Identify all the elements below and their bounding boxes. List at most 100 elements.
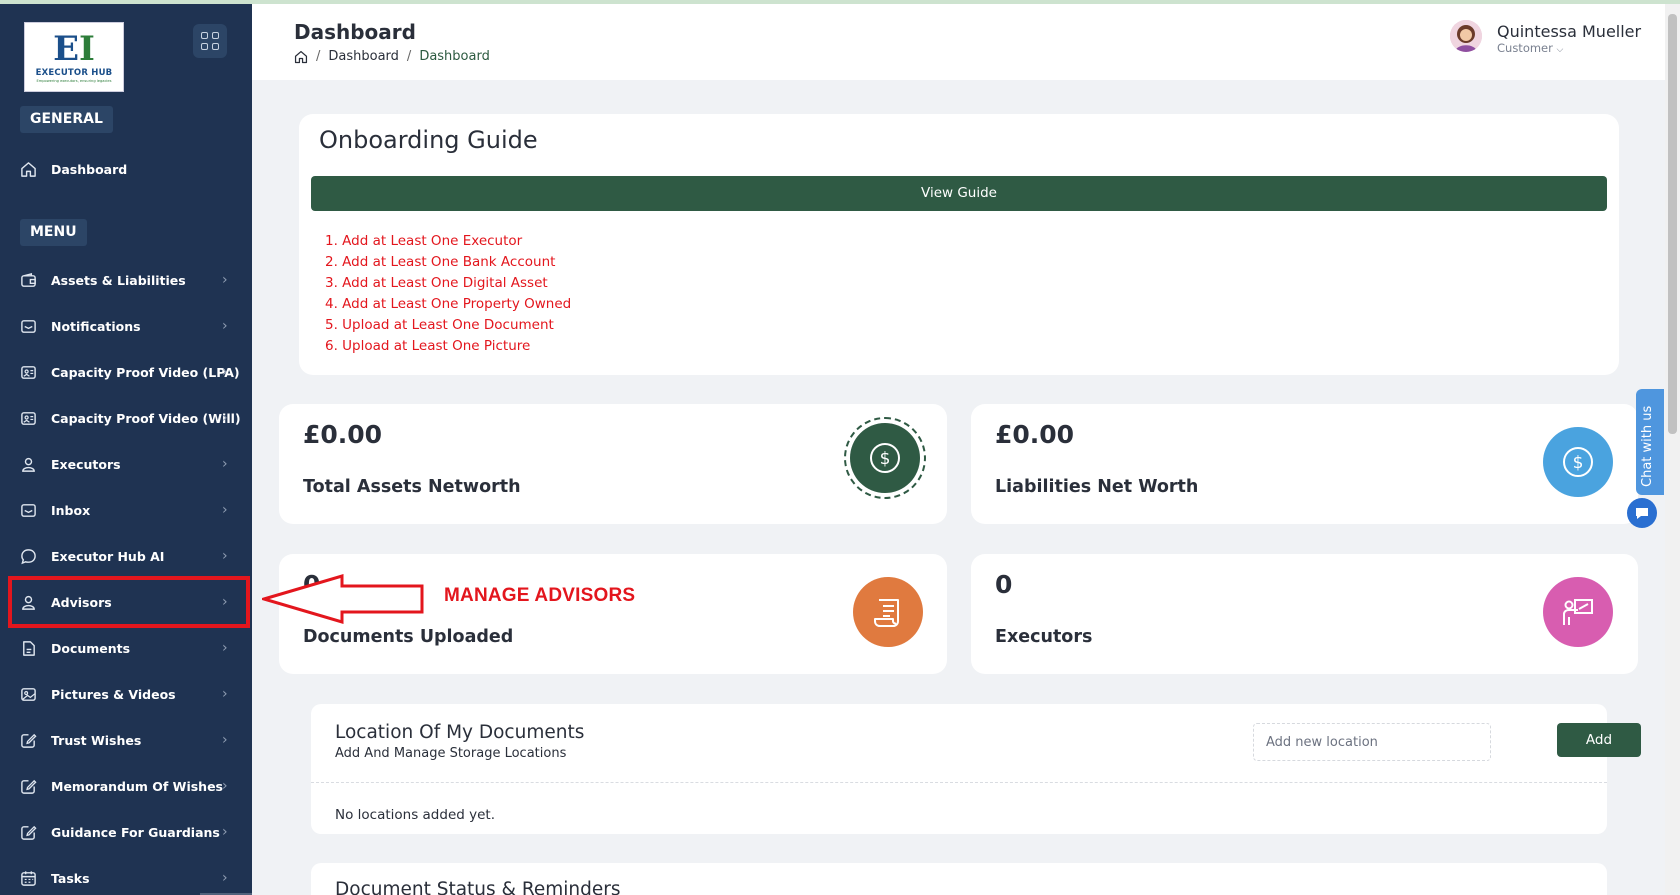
presenter-icon bbox=[1543, 577, 1613, 647]
sidebar-item-label: Capacity Proof Video (Will) bbox=[51, 411, 241, 426]
onboarding-step[interactable]: 5. Upload at Least One Document bbox=[325, 315, 571, 336]
sidebar-item-label: Guidance For Guardians bbox=[51, 825, 220, 840]
sidebar-item-label: Assets & Liabilities bbox=[51, 273, 186, 288]
view-guide-button[interactable]: View Guide bbox=[311, 176, 1607, 211]
chat-bubble-icon[interactable] bbox=[1627, 498, 1657, 528]
location-card-subtitle: Add And Manage Storage Locations bbox=[335, 746, 567, 761]
sidebar-item-label: Trust Wishes bbox=[51, 733, 142, 748]
user-icon bbox=[22, 457, 35, 472]
sidebar-item-label: Inbox bbox=[51, 503, 91, 518]
edit-icon bbox=[21, 825, 37, 840]
sidebar-item-assets-liabilities[interactable]: Assets & Liabilities › bbox=[0, 261, 252, 301]
sidebar-item-capacity-proof-video-lpa[interactable]: Capacity Proof Video (LPA) › bbox=[0, 353, 252, 393]
sidebar-item-inbox[interactable]: Inbox › bbox=[0, 491, 252, 531]
executor-hub-logo[interactable]: EI EXECUTOR HUB Empowering executors, en… bbox=[24, 22, 124, 92]
sidebar-item-documents[interactable]: Documents › bbox=[0, 629, 252, 669]
annotation-arrow-icon bbox=[262, 574, 424, 624]
sidebar-item-memorandum-of-wishes[interactable]: Memorandum Of Wishes › bbox=[0, 767, 252, 807]
receipt-icon bbox=[853, 577, 923, 647]
stat-label: Executors bbox=[995, 627, 1093, 647]
svg-text:$: $ bbox=[880, 449, 891, 469]
sidebar-item-pictures-videos[interactable]: Pictures & Videos › bbox=[0, 675, 252, 715]
sidebar-item-label: Notifications bbox=[51, 319, 141, 334]
sidebar-item-label: Tasks bbox=[51, 871, 90, 886]
advisors-highlight-box bbox=[8, 576, 250, 628]
onboarding-step[interactable]: 4. Add at Least One Property Owned bbox=[325, 294, 571, 315]
image-icon bbox=[21, 688, 36, 701]
location-card-title: Location Of My Documents bbox=[335, 722, 585, 743]
new-location-input[interactable] bbox=[1253, 723, 1491, 761]
chevron-right-icon: › bbox=[222, 410, 228, 426]
calendar-icon bbox=[21, 871, 36, 886]
stat-label: Documents Uploaded bbox=[303, 627, 514, 647]
card-divider bbox=[311, 782, 1607, 783]
stat-card-total-assets: £0.00 Total Assets Networth $ bbox=[279, 404, 947, 524]
sidebar-item-executors[interactable]: Executors › bbox=[0, 445, 252, 485]
avatar[interactable] bbox=[1450, 20, 1482, 52]
user-name[interactable]: Quintessa Mueller bbox=[1497, 22, 1641, 41]
breadcrumb-item[interactable]: Dashboard bbox=[328, 49, 399, 64]
logo-mark: EI bbox=[53, 28, 95, 69]
chevron-down-icon: ⌵ bbox=[1556, 45, 1564, 55]
home-icon bbox=[21, 162, 36, 177]
document-status-title: Document Status & Reminders bbox=[335, 879, 621, 895]
stat-value: £0.00 bbox=[303, 420, 383, 449]
chevron-right-icon: › bbox=[222, 778, 228, 794]
edit-icon bbox=[21, 779, 37, 794]
chevron-right-icon: › bbox=[222, 272, 228, 288]
document-status-card: Document Status & Reminders bbox=[311, 863, 1607, 895]
chevron-right-icon: › bbox=[222, 640, 228, 656]
mail-icon bbox=[21, 504, 36, 517]
logo-tagline: Empowering executors, ensuring legacies bbox=[36, 78, 112, 83]
chevron-right-icon: › bbox=[222, 686, 228, 702]
chevron-right-icon: › bbox=[222, 502, 228, 518]
chat-icon bbox=[21, 549, 36, 565]
sidebar-item-capacity-proof-video-will[interactable]: Capacity Proof Video (Will) › bbox=[0, 399, 252, 439]
svg-text:$: $ bbox=[1573, 453, 1584, 473]
section-general-label: GENERAL bbox=[20, 106, 113, 133]
scrollbar-thumb[interactable] bbox=[1668, 14, 1677, 434]
dollar-icon: $ bbox=[1543, 427, 1613, 497]
sidebar-item-label: Memorandum Of Wishes bbox=[51, 779, 223, 794]
page-title: Dashboard bbox=[294, 20, 416, 44]
sidebar-item-trust-wishes[interactable]: Trust Wishes › bbox=[0, 721, 252, 761]
stat-value: 0 bbox=[995, 570, 1013, 599]
user-role-dropdown[interactable]: Customer ⌵ bbox=[1497, 41, 1563, 55]
edit-icon bbox=[21, 733, 37, 748]
sidebar-item-notifications[interactable]: Notifications › bbox=[0, 307, 252, 347]
stat-value: £0.00 bbox=[995, 420, 1075, 449]
sidebar-item-label: Capacity Proof Video (LPA) bbox=[51, 365, 240, 380]
chat-with-us-tab[interactable]: Chat with us bbox=[1636, 389, 1664, 495]
sidebar-item-label: Documents bbox=[51, 641, 131, 656]
chevron-right-icon: › bbox=[222, 364, 228, 380]
apps-grid-icon[interactable] bbox=[193, 24, 227, 58]
video-card-icon bbox=[21, 412, 36, 425]
user-role-text: Customer bbox=[1497, 41, 1553, 55]
breadcrumb: / Dashboard / Dashboard bbox=[294, 49, 490, 64]
add-location-button[interactable]: Add bbox=[1557, 723, 1641, 757]
onboarding-step[interactable]: 2. Add at Least One Bank Account bbox=[325, 252, 571, 273]
logo-name: EXECUTOR HUB bbox=[35, 67, 113, 78]
sidebar-item-tasks[interactable]: Tasks › bbox=[0, 859, 252, 895]
sidebar-item-guidance-for-guardians[interactable]: Guidance For Guardians › bbox=[0, 813, 252, 853]
sidebar: EI EXECUTOR HUB Empowering executors, en… bbox=[0, 4, 252, 895]
sidebar-item-label: Pictures & Videos bbox=[51, 687, 176, 702]
home-icon[interactable] bbox=[294, 50, 308, 64]
chevron-right-icon: › bbox=[222, 824, 228, 840]
onboarding-step[interactable]: 1. Add at Least One Executor bbox=[325, 231, 571, 252]
sidebar-item-label: Executor Hub AI bbox=[51, 549, 165, 564]
sidebar-item-label: Dashboard bbox=[51, 162, 128, 177]
page-scrollbar[interactable] bbox=[1665, 4, 1680, 895]
chevron-right-icon: › bbox=[222, 870, 228, 886]
sidebar-item-executor-hub-ai[interactable]: Executor Hub AI › bbox=[0, 537, 252, 577]
onboarding-step[interactable]: 6. Upload at Least One Picture bbox=[325, 336, 571, 357]
chevron-right-icon: › bbox=[222, 318, 228, 334]
sidebar-item-label: Executors bbox=[51, 457, 121, 472]
sidebar-item-dashboard[interactable]: Dashboard bbox=[0, 150, 252, 190]
onboarding-step[interactable]: 3. Add at Least One Digital Asset bbox=[325, 273, 571, 294]
no-locations-text: No locations added yet. bbox=[335, 807, 495, 823]
onboarding-title: Onboarding Guide bbox=[319, 126, 538, 154]
video-card-icon bbox=[21, 366, 36, 379]
wallet-icon bbox=[21, 272, 36, 287]
stat-label: Liabilities Net Worth bbox=[995, 477, 1199, 497]
